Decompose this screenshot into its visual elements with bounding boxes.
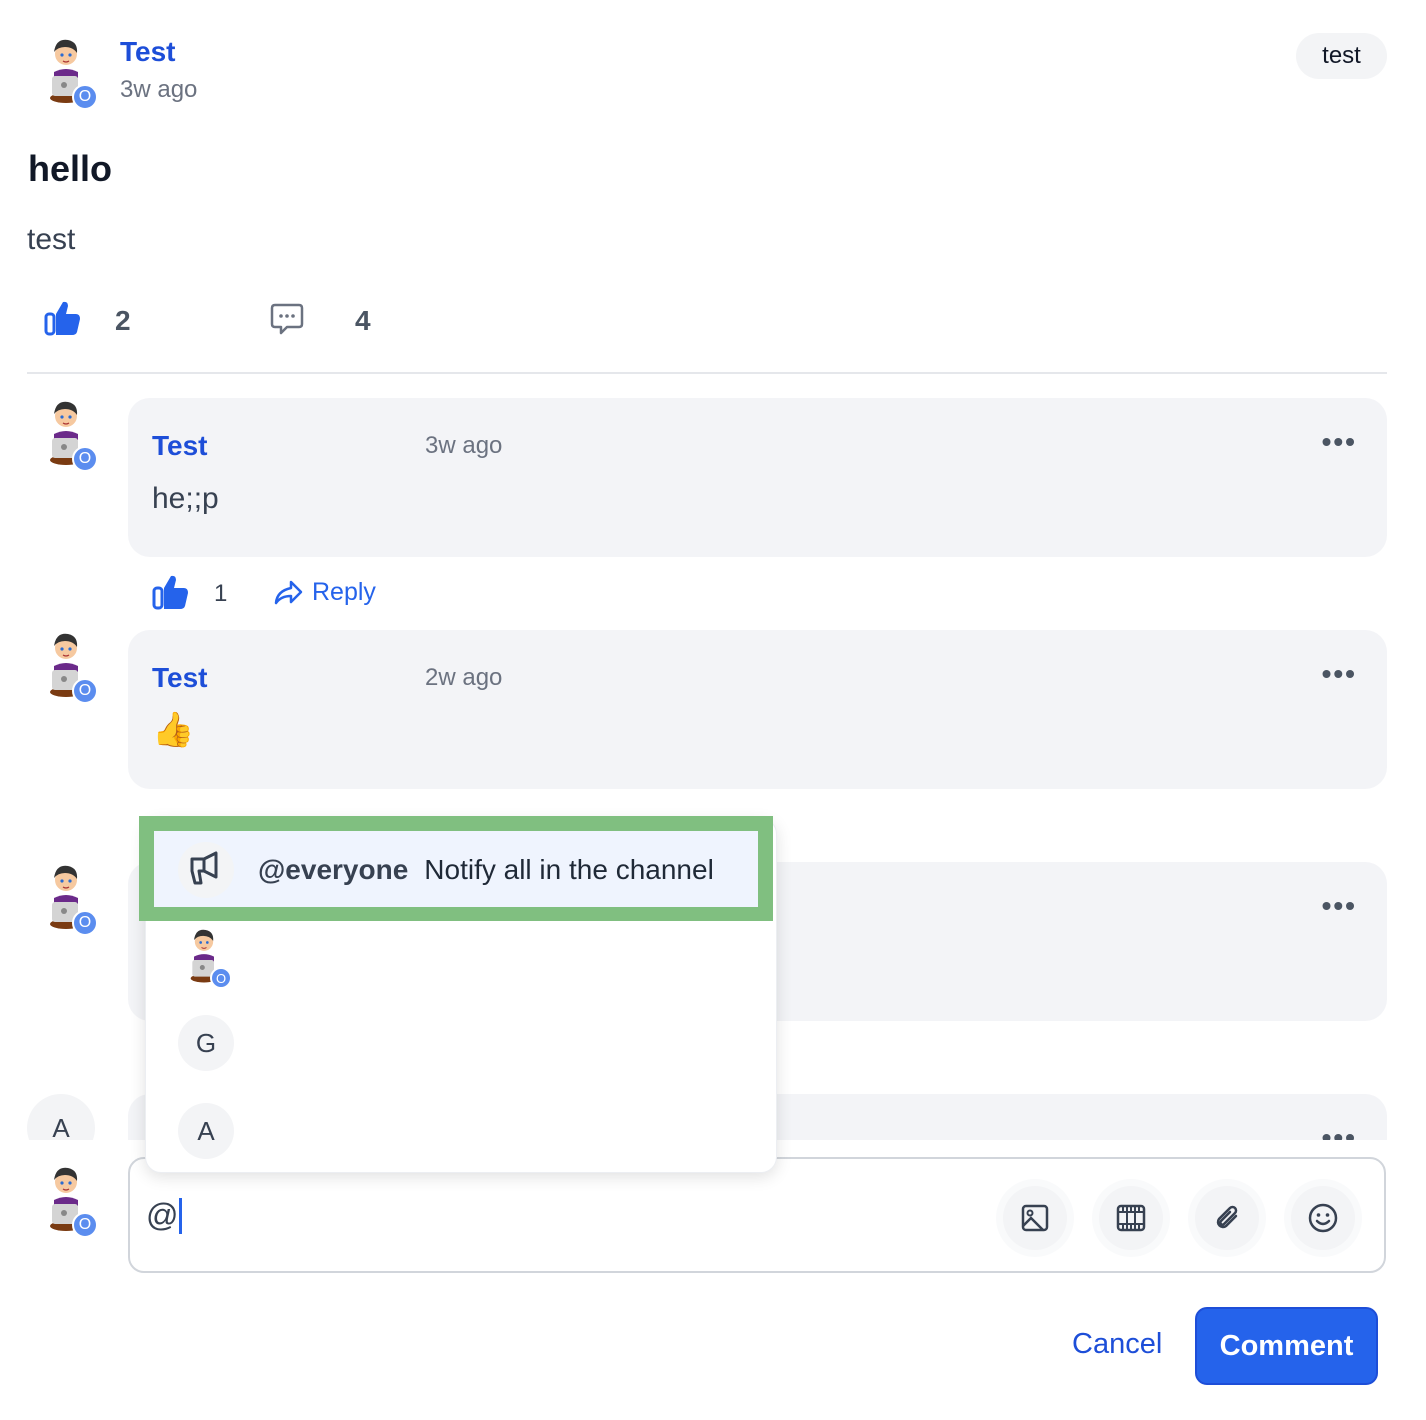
more-options-icon[interactable]: ••• xyxy=(1322,892,1357,920)
cancel-button[interactable]: Cancel xyxy=(1072,1328,1162,1361)
avatar-badge: O xyxy=(72,446,98,472)
comment-avatar[interactable]: O xyxy=(36,860,98,936)
comment-author[interactable]: Test xyxy=(152,662,208,694)
thumbs-up-icon xyxy=(152,574,190,611)
reply-button[interactable]: Reply xyxy=(274,578,376,607)
attach-file-button[interactable] xyxy=(1188,1179,1266,1257)
avatar-badge: O xyxy=(210,967,232,989)
comment-author[interactable]: Test xyxy=(152,430,208,462)
mention-option-user[interactable]: A xyxy=(178,1103,234,1159)
post-tag[interactable]: test xyxy=(1296,33,1387,79)
reply-arrow-icon xyxy=(274,580,303,604)
comment-avatar[interactable]: O xyxy=(36,396,98,472)
post-author-avatar[interactable]: O xyxy=(36,34,98,110)
divider xyxy=(27,372,1387,374)
comment-avatar[interactable]: A xyxy=(27,1094,95,1140)
thumbs-up-icon xyxy=(44,300,82,337)
comment-input[interactable]: @ xyxy=(128,1157,1386,1273)
comment-bubble-icon xyxy=(270,303,304,335)
input-text: @ xyxy=(146,1197,183,1234)
comment-emoji: 👍 xyxy=(152,711,195,749)
comment-time: 3w ago xyxy=(425,432,503,459)
composer-avatar: O xyxy=(36,1162,98,1238)
more-options-icon[interactable]: ••• xyxy=(1322,1124,1357,1141)
reply-label: Reply xyxy=(312,578,376,606)
input-value: @ xyxy=(146,1197,179,1233)
post-like-count: 2 xyxy=(115,305,131,336)
highlight-box xyxy=(139,816,773,921)
comment-time: 2w ago xyxy=(425,664,503,691)
comment-bubble: Test 2w ago 👍 ••• xyxy=(128,630,1387,789)
avatar-badge: O xyxy=(72,678,98,704)
comment-submit-button[interactable]: Comment xyxy=(1195,1307,1378,1385)
avatar-badge: O xyxy=(72,84,98,110)
comment-avatar[interactable]: O xyxy=(36,628,98,704)
post-title: hello xyxy=(28,148,113,189)
more-options-icon[interactable]: ••• xyxy=(1322,660,1357,688)
post-time: 3w ago xyxy=(120,76,198,103)
image-icon xyxy=(1021,1204,1049,1232)
post-author-name[interactable]: Test xyxy=(120,36,176,68)
avatar-badge: O xyxy=(72,910,98,936)
comment-bubble: Test 3w ago he;;p ••• xyxy=(128,398,1387,557)
insert-image-button[interactable] xyxy=(996,1179,1074,1257)
attachment-icon xyxy=(1216,1205,1238,1229)
post-comment-count: 4 xyxy=(355,305,371,336)
more-options-icon[interactable]: ••• xyxy=(1322,428,1357,456)
video-icon xyxy=(1116,1204,1146,1232)
avatar-badge: O xyxy=(72,1212,98,1238)
insert-video-button[interactable] xyxy=(1092,1179,1170,1257)
emoji-icon xyxy=(1308,1203,1338,1233)
text-cursor xyxy=(179,1197,183,1234)
comment-text: he;;p xyxy=(152,482,219,515)
comment-like-button[interactable] xyxy=(152,574,192,614)
mention-option-user[interactable]: G xyxy=(178,1015,234,1071)
emoji-picker-button[interactable] xyxy=(1284,1179,1362,1257)
post-body: test xyxy=(27,223,76,256)
post-like-button[interactable] xyxy=(44,300,84,340)
post-comments-button[interactable] xyxy=(270,302,304,341)
mention-option-user[interactable]: O xyxy=(178,925,232,989)
comment-like-count: 1 xyxy=(214,580,228,607)
